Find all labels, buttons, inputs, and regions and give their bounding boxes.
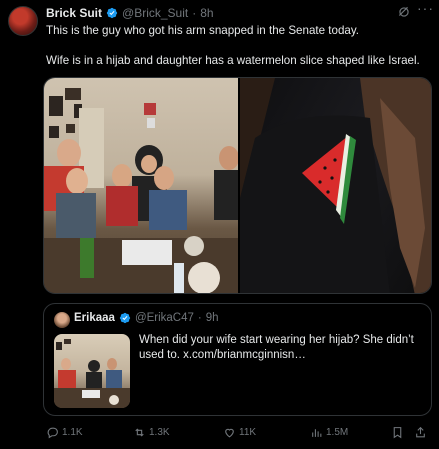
- tweet-actions-bar: 1.1K 1.3K 11K 1.5M: [46, 426, 431, 442]
- quoted-tweet-header: Erikaaa @ErikaC47 · 9h: [74, 312, 219, 324]
- quoted-tweet-text: When did your wife start wearing her hij…: [139, 334, 414, 361]
- quoted-media-thumbnail[interactable]: [54, 334, 130, 408]
- quoted-author-avatar[interactable]: [54, 312, 70, 328]
- tweet-post[interactable]: Brick Suit @Brick_Suit · 8h ··· This is …: [0, 0, 439, 449]
- tweet-media[interactable]: [43, 77, 432, 294]
- views-chart-icon: [312, 429, 322, 437]
- watermelon-photo-illustration: [240, 78, 431, 293]
- views-button[interactable]: 1.5M: [310, 426, 348, 439]
- quoted-tweet[interactable]: Erikaaa @ErikaC47 · 9h When did your wif…: [43, 303, 432, 416]
- share-icon: [416, 426, 425, 438]
- bookmark-icon: [393, 427, 402, 439]
- quoted-post-time[interactable]: 9h: [206, 312, 219, 324]
- author-handle[interactable]: @Brick_Suit: [122, 6, 188, 20]
- share-button[interactable]: [414, 426, 427, 439]
- repost-count: 1.3K: [149, 427, 170, 438]
- post-time[interactable]: 8h: [200, 6, 213, 20]
- quoted-author-handle[interactable]: @ErikaC47: [135, 312, 194, 324]
- tweet-line-2: Wife is in a hijab and daughter has a wa…: [46, 54, 420, 67]
- verified-badge-icon: [106, 7, 118, 19]
- tweet-line-1: This is the guy who got his arm snapped …: [46, 24, 360, 37]
- views-count: 1.5M: [326, 427, 349, 438]
- separator-dot: ·: [192, 6, 197, 20]
- quoted-separator-dot: ·: [197, 312, 202, 324]
- more-options-icon[interactable]: ···: [417, 1, 433, 17]
- quoted-author-name[interactable]: Erikaaa: [74, 312, 115, 324]
- tweet-header: Brick Suit @Brick_Suit · 8h: [46, 5, 431, 21]
- repost-button[interactable]: 1.3K: [133, 426, 170, 439]
- author-avatar[interactable]: [8, 6, 38, 36]
- bookmark-button[interactable]: [391, 426, 404, 439]
- quoted-verified-badge-icon: [119, 312, 131, 324]
- grok-icon[interactable]: [397, 5, 411, 19]
- like-button[interactable]: 11K: [223, 426, 256, 439]
- reply-count: 1.1K: [62, 427, 83, 438]
- family-photo-illustration: [44, 88, 238, 293]
- quoted-thumbnail-illustration: [54, 339, 130, 408]
- repost-icon: [135, 428, 144, 437]
- family-photo[interactable]: [44, 78, 238, 293]
- tweet-text: This is the guy who got his arm snapped …: [46, 23, 431, 83]
- author-name[interactable]: Brick Suit: [46, 6, 102, 20]
- reply-button[interactable]: 1.1K: [46, 426, 83, 439]
- reply-icon: [47, 427, 58, 439]
- like-count: 11K: [239, 427, 257, 438]
- watermelon-shirt-photo[interactable]: [240, 78, 431, 293]
- heart-icon: [225, 428, 234, 438]
